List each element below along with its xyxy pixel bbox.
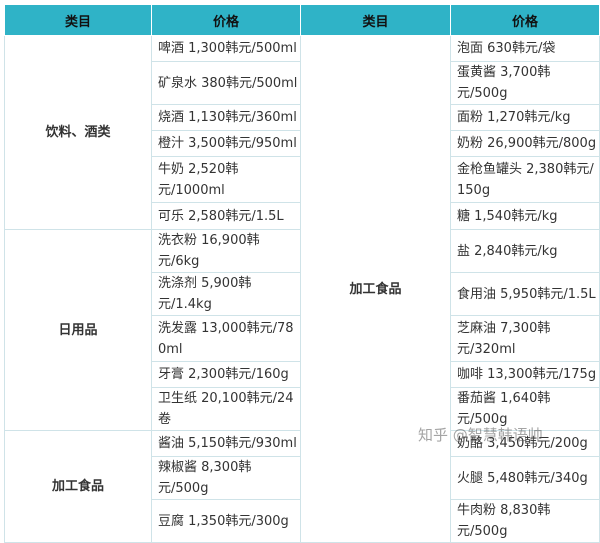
price-cell: 矿泉水 380韩元/500ml [151, 61, 301, 105]
category-daily-goods: 日用品 [4, 229, 152, 431]
price-cell: 食用油 5,950韩元/1.5L [450, 272, 600, 316]
price-cell: 酱油 5,150韩元/930ml [151, 430, 301, 457]
price-cell: 辣椒酱 8,300韩元/500g [151, 456, 301, 500]
price-cell: 金枪鱼罐头 2,380韩元/150g [450, 156, 600, 203]
price-cell: 洗涤剂 5,900韩元/1.4kg [151, 272, 301, 316]
price-cell: 面粉 1,270韩元/kg [450, 104, 600, 131]
price-cell: 蛋黄酱 3,700韩元/500g [450, 61, 600, 105]
price-cell: 卫生纸 20,100韩元/24卷 [151, 387, 301, 431]
header-price-left: 价格 [151, 4, 301, 36]
price-cell: 芝麻油 7,300韩元/320ml [450, 315, 600, 362]
header-category-right: 类目 [300, 4, 451, 36]
price-cell: 火腿 5,480韩元/340g [450, 456, 600, 500]
category-processed-food-left: 加工食品 [4, 430, 152, 543]
price-cell: 牙膏 2,300韩元/160g [151, 361, 301, 388]
price-cell: 牛肉粉 8,830韩元/500g [450, 499, 600, 543]
category-beverages: 饮料、酒类 [4, 35, 152, 230]
price-table: 类目 价格 类目 价格 饮料、酒类 啤酒 1,300韩元/500ml 加工食品 … [4, 4, 600, 543]
category-processed-food-right: 加工食品 [300, 35, 451, 543]
price-cell: 奶酪 3,450韩元/200g [450, 430, 600, 457]
price-cell: 番茄酱 1,640韩元/500g [450, 387, 600, 431]
price-cell: 奶粉 26,900韩元/800g [450, 130, 600, 157]
price-cell: 泡面 630韩元/袋 [450, 35, 600, 62]
price-cell: 洗发露 13,000韩元/780ml [151, 315, 301, 362]
header-category-left: 类目 [4, 4, 152, 36]
price-cell: 橙汁 3,500韩元/950ml [151, 130, 301, 157]
price-cell: 啤酒 1,300韩元/500ml [151, 35, 301, 62]
price-cell: 糖 1,540韩元/kg [450, 202, 600, 230]
header-price-right: 价格 [450, 4, 600, 36]
price-cell: 豆腐 1,350韩元/300g [151, 499, 301, 543]
header-row: 类目 价格 类目 价格 [4, 4, 600, 36]
price-cell: 可乐 2,580韩元/1.5L [151, 202, 301, 230]
table-row: 饮料、酒类 啤酒 1,300韩元/500ml 加工食品 泡面 630韩元/袋 [4, 35, 600, 543]
price-cell: 烧酒 1,130韩元/360ml [151, 104, 301, 131]
price-cell: 咖啡 13,300韩元/175g [450, 361, 600, 388]
price-cell: 洗衣粉 16,900韩元/6kg [151, 229, 301, 273]
price-cell: 牛奶 2,520韩元/1000ml [151, 156, 301, 203]
price-cell: 盐 2,840韩元/kg [450, 229, 600, 273]
